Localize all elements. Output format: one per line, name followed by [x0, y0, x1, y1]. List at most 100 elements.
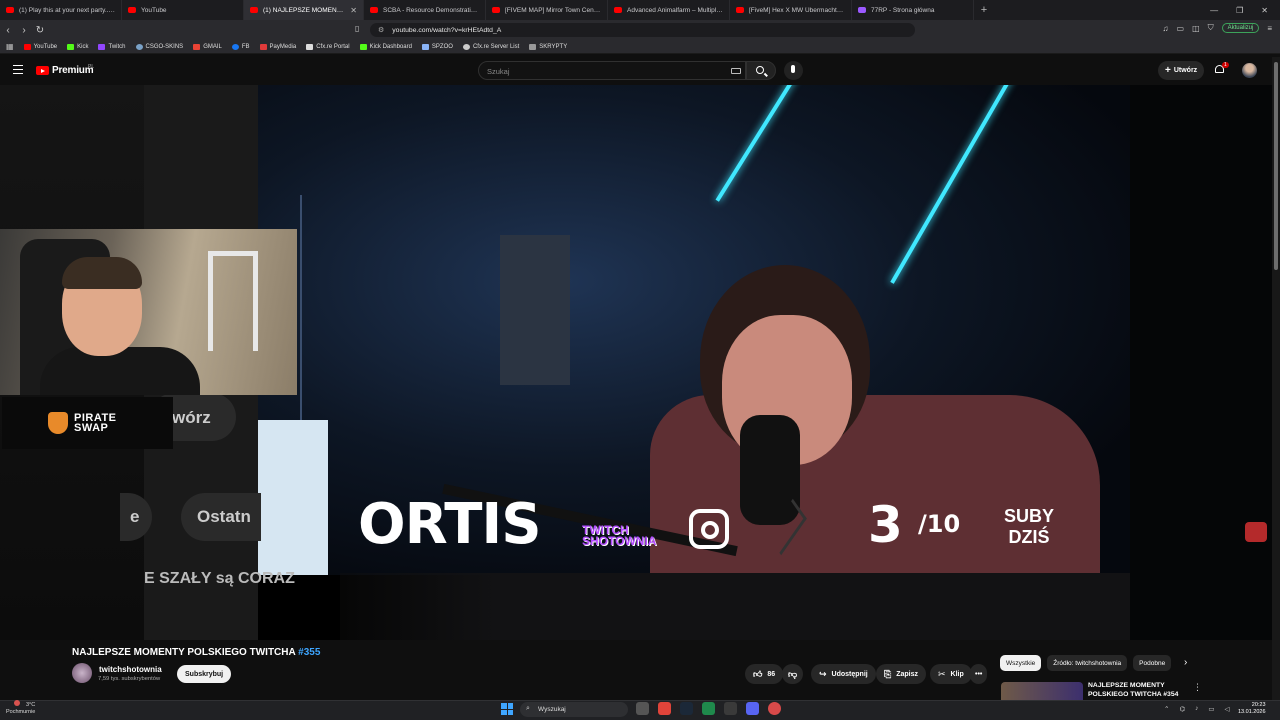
apps-icon[interactable]: ▦ — [6, 42, 14, 51]
video-title: NAJLEPSZE MOMENTY POLSKIEGO TWITCHA #355 — [72, 647, 321, 658]
bookmark-spzoo[interactable]: SPZOO — [421, 43, 453, 50]
clip-button[interactable]: ✂ Klip — [930, 664, 972, 684]
video-player[interactable]: wórz e Ostatn E SZAŁY są CORAZ PIRATE SWA… — [0, 85, 1272, 640]
update-button[interactable]: Aktualizuj — [1221, 23, 1260, 33]
share-button[interactable]: ↪ Udostępnij — [811, 664, 876, 684]
chip-all[interactable]: Wszystkie — [1000, 655, 1042, 671]
site-icon — [858, 7, 866, 13]
channel-name[interactable]: twitchshotownia — [99, 665, 162, 674]
terminal-icon[interactable] — [724, 702, 737, 715]
wallet-icon[interactable]: ◫ — [1192, 24, 1200, 33]
forward-icon[interactable]: › — [16, 25, 32, 36]
bookmark-twitch[interactable]: Twitch — [98, 43, 126, 50]
excel-icon[interactable] — [702, 702, 715, 715]
browser-tab[interactable]: Advanced Animalfarm – Multiplayer — [608, 0, 730, 20]
notifications-button[interactable]: 1 — [1214, 62, 1229, 76]
youtube-premium-logo[interactable]: Premium — [36, 65, 94, 76]
bookmark-paymedia[interactable]: PayMedia — [259, 43, 296, 50]
bookmark-kick-dashboard[interactable]: Kick Dashboard — [359, 43, 412, 50]
browser-tab[interactable]: YouTube — [122, 0, 244, 20]
network-icon[interactable]: ⌬ — [1179, 705, 1185, 713]
bookmark-cfx-server-list[interactable]: Cfx.re Server List — [462, 43, 519, 50]
chevron-up-icon[interactable]: ⌃ — [1164, 705, 1169, 713]
recommendation-title[interactable]: NAJLEPSZE MOMENTY POLSKIEGO TWITCHA #354 — [1088, 682, 1188, 699]
steam-icon[interactable] — [680, 702, 693, 715]
plus-icon: + — [1165, 65, 1171, 76]
background-pill: Ostatn — [181, 493, 261, 541]
taskbar-search[interactable]: Wyszukaj — [520, 702, 628, 717]
bookmark-skrypty[interactable]: SKRYPTY — [529, 43, 567, 50]
browser-tab[interactable]: (1) Play this at your next party... | MA — [0, 0, 122, 20]
back-icon[interactable]: ‹ — [0, 25, 16, 36]
webcam-overlay — [0, 229, 297, 395]
hamburger-menu-icon[interactable] — [13, 65, 23, 74]
bookmark-csgo-skins[interactable]: CSGO-SKINS — [135, 43, 183, 50]
search-input[interactable]: Szukaj — [478, 61, 746, 80]
close-tab-icon[interactable]: ✕ — [350, 6, 357, 15]
save-button[interactable]: ⎘ Zapisz — [876, 664, 926, 684]
chip-similar[interactable]: Podobne — [1133, 655, 1172, 671]
chip-source[interactable]: Źródło: twitchshotownia — [1047, 655, 1128, 671]
extensions-row: ♫ ▭ ◫ ⛉ Aktualizuj ≡ — [1163, 23, 1272, 33]
search-button[interactable] — [746, 61, 776, 80]
volume-icon[interactable]: ♪ — [1195, 705, 1198, 713]
more-vert-icon[interactable]: ⋮ — [1193, 682, 1202, 693]
new-tab-button[interactable]: + — [974, 4, 994, 16]
site-settings-icon[interactable]: ⚙ — [378, 26, 384, 34]
speaker-icon[interactable]: ◁ — [1225, 705, 1230, 713]
battery-icon[interactable]: ▭ — [1208, 705, 1214, 713]
channel-watermark-icon[interactable] — [1245, 522, 1267, 542]
globe-icon — [462, 43, 470, 50]
windows-start-icon[interactable] — [501, 703, 513, 715]
task-view-icon[interactable] — [636, 702, 649, 715]
recommendation-thumbnail[interactable] — [1001, 682, 1083, 700]
pirate-logo-icon — [48, 412, 68, 434]
bookmark-icon[interactable]: ▯ — [355, 24, 359, 33]
close-window-icon[interactable]: ✕ — [1261, 6, 1268, 15]
more-actions-button[interactable]: ••• — [970, 664, 988, 684]
scrollbar-thumb[interactable] — [1274, 62, 1278, 270]
shield-icon[interactable]: ⛉ — [1208, 23, 1214, 33]
browser-tab-active[interactable]: (1) NAJLEPSZE MOMENTY PO✕ — [244, 0, 364, 20]
discord-icon[interactable] — [746, 702, 759, 715]
channel-avatar[interactable] — [72, 663, 92, 683]
url-bar[interactable]: ⚙ youtube.com/watch?v=krHEtAdtd_A — [370, 23, 915, 37]
bookmarks-bar: ▦ YouTube Kick Twitch CSGO-SKINS GMAIL F… — [0, 40, 1280, 54]
minimize-icon[interactable]: — — [1210, 6, 1218, 15]
bookmark-kick[interactable]: Kick — [67, 43, 88, 50]
hashtag-link[interactable]: #355 — [298, 647, 320, 658]
bookmark-fb[interactable]: FB — [231, 43, 250, 50]
sidebar-icon[interactable]: ▭ — [1177, 24, 1185, 33]
browser-tab[interactable]: [FIVEM MAP] Mirror Town Center - Y — [486, 0, 608, 20]
keyboard-icon[interactable] — [731, 68, 741, 74]
sub-goal-label: SUBY DZIŚ — [1004, 506, 1055, 547]
voice-search-button[interactable] — [784, 61, 803, 80]
app-icon[interactable] — [768, 702, 781, 715]
facebook-icon — [231, 43, 239, 50]
bookmark-youtube[interactable]: YouTube — [23, 43, 57, 50]
brave-icon[interactable] — [658, 702, 671, 715]
browser-tab[interactable]: 77RP - Strona główna — [852, 0, 974, 20]
like-button[interactable]: 👍︎ 86 — [745, 664, 784, 684]
gmail-icon — [193, 43, 201, 50]
maximize-icon[interactable]: ❐ — [1236, 6, 1243, 15]
chevron-right-icon[interactable]: › — [1184, 657, 1187, 668]
bookmark-gmail[interactable]: GMAIL — [193, 43, 222, 50]
media-icon[interactable]: ♫ — [1163, 24, 1169, 33]
subscribe-button[interactable]: Subskrybuj — [177, 665, 232, 683]
bookmark-cfx-portal[interactable]: Cfx.re Portal — [306, 43, 350, 50]
browser-tab[interactable]: SCBA - Resource Demonstration Vide — [364, 0, 486, 20]
notification-badge: 1 — [1222, 62, 1229, 68]
menu-icon[interactable]: ≡ — [1267, 24, 1272, 33]
avatar[interactable] — [1242, 63, 1257, 78]
weather-widget[interactable]: 3°C Pochmurnie — [6, 702, 35, 716]
create-button[interactable]: + Utwórz — [1158, 61, 1205, 80]
browser-tab[interactable]: [FiveM] Hex X MW Übermacht L4 - Y — [730, 0, 852, 20]
webcam-shirt — [40, 347, 200, 395]
dislike-button[interactable]: 👎︎ — [782, 664, 804, 684]
reload-icon[interactable]: ↻ — [32, 25, 48, 36]
clock[interactable]: 20:23 13.01.2026 — [1238, 702, 1266, 716]
sub-goal-total: /10 — [918, 510, 961, 538]
sub-goal-count: 3 — [868, 496, 903, 554]
youtube-icon — [128, 7, 136, 13]
